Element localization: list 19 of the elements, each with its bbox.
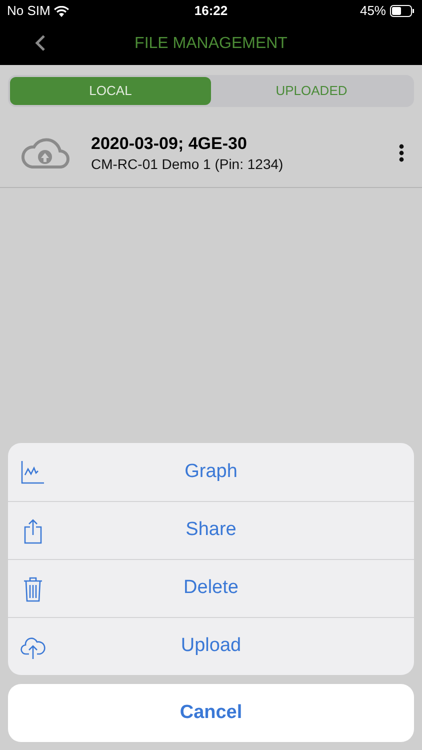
action-item[interactable]: Graph (8, 443, 414, 501)
segment-tab[interactable]: LOCAL (10, 77, 211, 105)
file-title: 2020-03-09; 4GE-30 (91, 132, 248, 154)
back-icon (34, 34, 46, 52)
battery-icon (390, 5, 415, 17)
graph-icon (20, 459, 46, 485)
nav-title: FILE MANAGEMENT (134, 34, 288, 54)
cloud-upload-icon (20, 136, 70, 168)
action-item[interactable]: Delete (8, 559, 414, 617)
carrier-text: No SIM (7, 2, 50, 20)
wifi-icon (54, 6, 70, 16)
file-subtitle: CM-RC-01 Demo 1 (Pin: 1234) (91, 154, 284, 172)
action-item[interactable]: Upload (8, 617, 414, 675)
cancel-button[interactable]: Cancel (8, 684, 414, 742)
clock-text: 16:22 (194, 2, 228, 20)
segment-tab[interactable]: UPLOADED (211, 77, 412, 105)
more-icon (398, 144, 404, 162)
action-item[interactable]: Share (8, 501, 414, 559)
battery-text: 45% (360, 2, 386, 20)
